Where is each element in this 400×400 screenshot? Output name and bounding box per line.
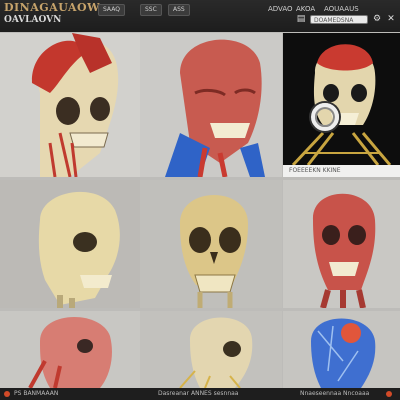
status-left: PS BANMAAAN xyxy=(14,390,59,397)
tile-4-artwork xyxy=(0,180,140,308)
status-right: Nnaeseennaa Nncoaaa xyxy=(300,390,370,397)
tile-5-artwork xyxy=(140,180,282,308)
toolbar-button-2[interactable]: SSC xyxy=(140,4,162,16)
tile-8-artwork xyxy=(140,311,282,388)
logo-line-1: DINAGAUAOW xyxy=(4,1,100,14)
record-icon[interactable] xyxy=(4,391,10,397)
tile-1-artwork xyxy=(0,33,140,177)
tile-muscle-head-side[interactable] xyxy=(0,311,140,388)
nav-link-1[interactable]: ADVAO xyxy=(268,4,293,14)
tile-skull-front-dark[interactable]: FOEEEEKN KKINE xyxy=(283,33,400,177)
nav-link-3[interactable]: AOUAAUS xyxy=(324,4,359,14)
bottom-status-bar: PS BANMAAAN Dasreanar ANNES sesnnaa Nnae… xyxy=(0,388,400,400)
alert-icon[interactable] xyxy=(386,391,392,397)
tile-bone-skull-side[interactable] xyxy=(0,180,140,308)
status-middle: Dasreanar ANNES sesnnaa xyxy=(158,390,239,397)
top-toolbar: DINAGAUAOW OAVLAOVN SAAQ SSC ASS ADVAO A… xyxy=(0,0,400,32)
tile-2-artwork xyxy=(140,33,282,177)
close-icon[interactable]: ✕ xyxy=(386,14,396,24)
tile-skull-brain-side[interactable] xyxy=(0,33,140,177)
search-input[interactable]: DOAMEDSNA xyxy=(310,15,368,24)
folder-icon[interactable]: ▤ xyxy=(296,14,306,24)
tile-6-artwork xyxy=(283,180,400,308)
tile-7-artwork xyxy=(0,311,140,388)
nav-link-2[interactable]: AKOA xyxy=(296,4,315,14)
tile-muscle-skull-front[interactable] xyxy=(283,180,400,308)
tile-skull-nerves[interactable] xyxy=(140,311,282,388)
toolbar-button-1[interactable]: SAAQ xyxy=(98,4,125,16)
tile-vascular-head[interactable] xyxy=(283,311,400,388)
app-logo[interactable]: DINAGAUAOW OAVLAOVN xyxy=(4,2,100,26)
tile-3-artwork xyxy=(283,33,400,165)
toolbar-button-3[interactable]: ASS xyxy=(168,4,190,16)
tile-bone-skull-front[interactable] xyxy=(140,180,282,308)
zoom-icon[interactable] xyxy=(311,103,339,131)
settings-icon[interactable]: ⚙ xyxy=(372,14,382,24)
logo-line-2: OAVLAOVN xyxy=(4,15,62,25)
tile-muscle-face[interactable] xyxy=(140,33,282,177)
tile-9-artwork xyxy=(283,311,400,388)
tile-3-caption: FOEEEEKN KKINE xyxy=(283,165,400,177)
image-grid: FOEEEEKN KKINE xyxy=(0,33,400,388)
